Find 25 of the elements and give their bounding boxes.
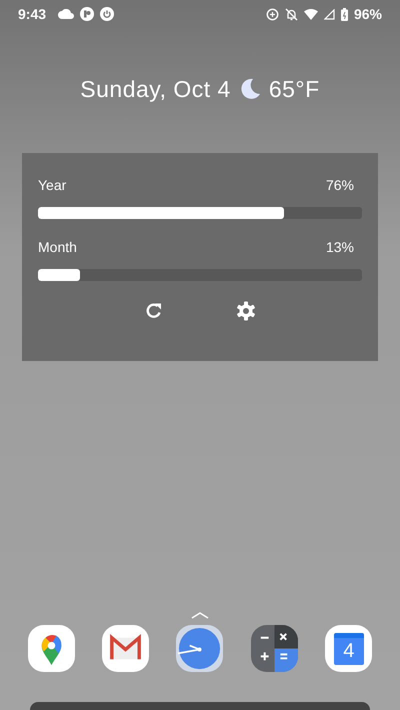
alarm-icon <box>266 8 279 20</box>
calculator-icon[interactable] <box>250 625 298 672</box>
map-pin-icon[interactable] <box>28 625 75 672</box>
progress-percent: 76% <box>326 177 354 193</box>
refresh-icon[interactable] <box>144 302 162 320</box>
signal-icon <box>324 8 335 20</box>
muted-bell-icon <box>284 8 298 20</box>
power-icon <box>100 7 114 21</box>
cloud-icon <box>58 9 74 19</box>
battery-percent: 96% <box>354 6 382 22</box>
moon-icon <box>238 78 261 100</box>
battery-icon <box>340 8 348 20</box>
progress-percent: 13% <box>326 239 354 255</box>
temperature-text: 65°F <box>268 76 320 102</box>
calendar-icon[interactable]: 4 <box>325 625 372 672</box>
settings-icon[interactable] <box>236 301 256 321</box>
status-time: 9:43 <box>18 6 46 22</box>
progress-label: Year <box>38 177 66 193</box>
clock-icon[interactable] <box>176 625 224 672</box>
progress-label: Month <box>38 239 77 255</box>
mail-envelope-icon[interactable] <box>102 625 150 672</box>
chevron-up-icon[interactable] <box>191 612 209 619</box>
date-text: Sunday, Oct 4 <box>80 76 231 102</box>
app-notification-icon <box>80 7 94 21</box>
wifi-icon <box>304 8 318 20</box>
